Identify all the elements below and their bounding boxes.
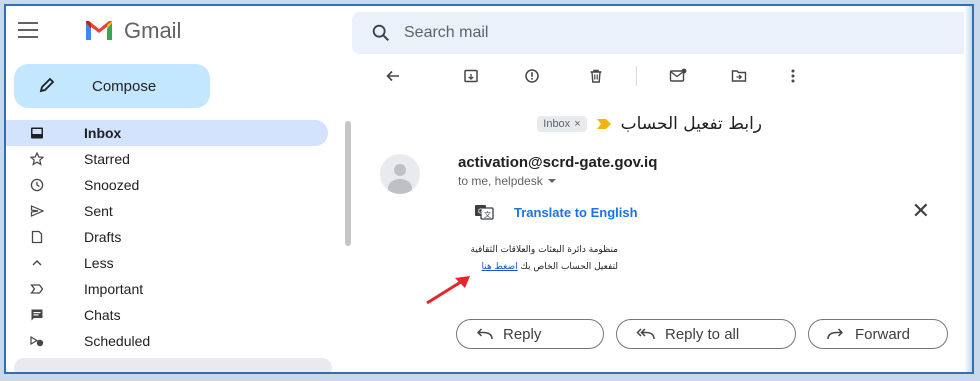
remove-label-icon[interactable]: × [574,118,580,130]
search-input[interactable] [404,24,804,42]
sidebar-item-label: Inbox [84,125,122,141]
body-line-2-text: لتفعيل الحساب الخاص بك [517,262,618,272]
compose-label: Compose [92,77,157,95]
recipients-text: to me, helpdesk [458,174,543,188]
gmail-wordmark: Gmail [124,18,182,43]
move-to-button[interactable] [728,65,750,87]
sender-avatar[interactable] [380,154,420,194]
search-bar[interactable] [352,12,972,54]
sidebar-item-chats[interactable]: Chats [6,302,334,328]
more-options-button[interactable] [782,65,804,87]
inbox-label-chip[interactable]: Inbox × [537,116,587,132]
gmail-logo[interactable]: Gmail [84,18,181,44]
translate-bar: G 文 Translate to English ✕ [458,192,948,232]
more-vert-icon [791,69,795,83]
caret-down-icon [547,179,556,183]
person-icon [388,164,412,194]
back-button[interactable] [382,65,404,87]
gmail-m-icon [86,21,112,40]
sidebar-item-label: Sent [84,203,113,219]
toolbar-divider [636,66,637,86]
svg-text:G: G [478,209,483,216]
sidebar-item-important[interactable]: Important [6,276,334,302]
reply-label: Reply [503,325,542,343]
scheduled-icon [30,335,44,347]
delete-button[interactable] [585,65,607,87]
label-chip-text: Inbox [543,118,571,130]
reply-icon [476,328,493,340]
sidebar-more-item [14,358,332,372]
reply-all-button[interactable]: Reply to all [616,319,796,349]
sender-address[interactable]: activation@scrd-gate.gov.iq [458,154,657,171]
clock-icon [30,178,44,192]
spam-icon [525,69,539,83]
sidebar-item-less[interactable]: Less [6,250,334,276]
translate-link[interactable]: Translate to English [514,205,638,220]
sidebar-item-label: Drafts [84,229,122,245]
reply-button[interactable]: Reply [456,319,604,349]
folder-move-icon [731,70,747,82]
translate-icon: G 文 [475,205,494,220]
archive-icon [464,69,478,83]
draft-icon [31,230,43,244]
inbox-icon [31,127,43,139]
important-icon [30,284,44,294]
subject-row: Inbox × رابط تفعيل الحساب [537,114,762,134]
sidebar-item-starred[interactable]: Starred [6,146,334,172]
sidebar-item-snoozed[interactable]: Snoozed [6,172,334,198]
sidebar-item-label: Scheduled [84,333,151,349]
chevron-up-icon [32,260,42,266]
search-icon[interactable] [370,22,392,44]
red-arrow-annotation [426,276,470,305]
send-icon [30,205,44,217]
recipients-dropdown[interactable]: to me, helpdesk [458,174,557,188]
forward-icon [827,328,844,340]
sidebar-item-drafts[interactable]: Drafts [6,224,334,250]
reply-all-label: Reply to all [665,325,740,343]
archive-button[interactable] [460,65,482,87]
reply-all-icon [636,328,655,340]
star-icon [30,152,44,166]
forward-button[interactable]: Forward [808,319,948,349]
body-line-1: منظومة دائرة البعثات والعلاقات الثقافية [470,245,619,255]
email-body: منظومة دائرة البعثات والعلاقات الثقافية … [458,242,619,276]
forward-label: Forward [855,325,911,343]
pencil-icon [39,77,55,93]
sidebar-item-label: Less [84,255,114,271]
mark-unread-button[interactable] [667,65,689,87]
body-line-2: لتفعيل الحساب الخاص بك اضغط هنا [458,259,618,276]
email-subject: رابط تفعيل الحساب [620,114,762,134]
sidebar-item-label: Snoozed [84,177,140,193]
sidebar-item-scheduled[interactable]: Scheduled [6,328,334,354]
sidebar-item-label: Important [84,281,144,297]
gmail-window: Gmail Compose Inbox Starred [4,4,974,374]
compose-button[interactable]: Compose [14,64,210,108]
close-icon[interactable]: ✕ [912,200,930,222]
sidebar-scrollbar[interactable] [345,121,351,246]
report-spam-button[interactable] [521,65,543,87]
sidebar-item-label: Starred [84,151,130,167]
chat-icon [31,309,43,321]
sidebar-nav: Inbox Starred Snoozed Sent Drafts Less I… [6,120,334,354]
main-menu-icon[interactable] [18,22,38,38]
activation-link[interactable]: اضغط هنا [482,262,518,272]
sidebar-item-sent[interactable]: Sent [6,198,334,224]
sidebar-item-inbox[interactable]: Inbox [6,120,328,146]
svg-text:文: 文 [484,210,491,219]
arrow-left-icon [386,70,399,82]
mark-unread-icon [669,68,687,82]
trash-icon [590,69,602,83]
sidebar-item-label: Chats [84,307,121,323]
importance-marker-icon[interactable] [596,119,611,129]
